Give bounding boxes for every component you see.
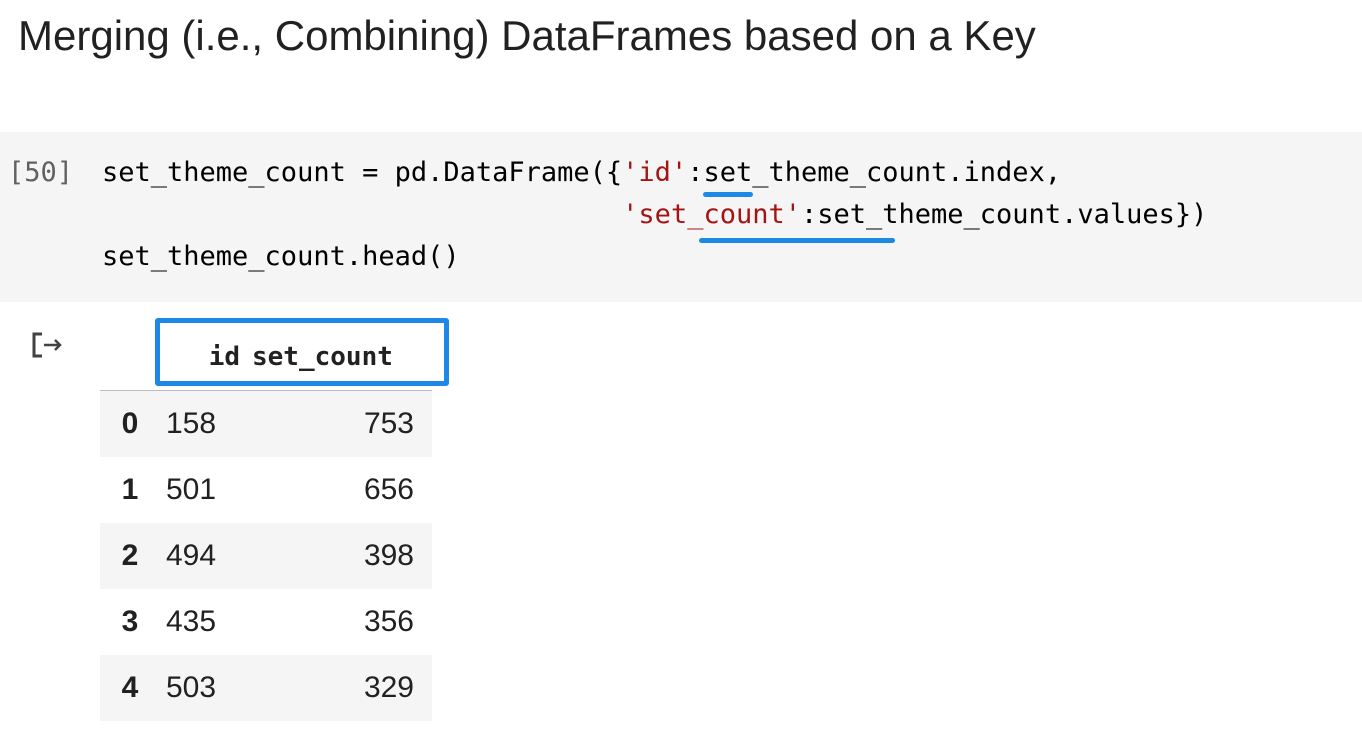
cell-id: 158: [166, 407, 217, 440]
table-row: 3 435 356: [100, 589, 432, 655]
code-text: :set_theme_count.index,: [687, 157, 1062, 188]
execution-count: [50]: [8, 157, 74, 188]
cell-set-count: 329: [363, 671, 414, 704]
code-text: set_theme_count = pd.DataFrame({: [102, 157, 623, 188]
code-text: :set_theme_count.values}): [800, 199, 1208, 230]
row-index: 4: [121, 671, 139, 704]
table-row: 4 503 329: [100, 655, 432, 721]
cell-set-count: 356: [363, 605, 414, 638]
cell-set-count: 398: [363, 539, 414, 572]
highlight-underline-set-count: [699, 238, 895, 243]
row-index: 1: [121, 473, 139, 506]
cell-set-count: 753: [363, 407, 414, 440]
row-index: 2: [121, 539, 139, 572]
cell-set-count: 656: [363, 473, 414, 506]
dataframe-output-table: id set_count 0 158 753 1 501 656 2 494 3…: [100, 320, 432, 721]
cell-id: 435: [166, 605, 217, 638]
code-line-2[interactable]: 'set_count':set_theme_count.values}): [102, 199, 1207, 230]
code-line-3[interactable]: set_theme_count.head(): [102, 241, 460, 272]
table-header-row: id set_count: [100, 320, 432, 391]
row-index: 0: [121, 407, 139, 440]
highlight-underline-id: [703, 192, 753, 197]
code-text: set_theme_count.head(): [102, 241, 460, 272]
table-row: 0 158 753: [100, 390, 432, 457]
table-row: 2 494 398: [100, 523, 432, 589]
column-header-id: id: [208, 342, 240, 372]
cell-id: 501: [166, 473, 217, 506]
code-cell[interactable]: [50] set_theme_count = pd.DataFrame({'id…: [0, 132, 1362, 302]
cell-id: 494: [166, 539, 217, 572]
output-redirect-icon[interactable]: [30, 328, 66, 362]
table-row: 1 501 656: [100, 457, 432, 523]
code-line-1[interactable]: set_theme_count = pd.DataFrame({'id':set…: [102, 157, 1061, 188]
row-index: 3: [121, 605, 139, 638]
string-literal-set-count: 'set_count': [622, 199, 801, 230]
string-literal-id: 'id': [622, 157, 688, 188]
section-heading: Merging (i.e., Combining) DataFrames bas…: [18, 12, 1036, 59]
cell-id: 503: [166, 671, 217, 704]
column-header-index: [100, 320, 160, 391]
column-header-set-count: set_count: [252, 342, 393, 372]
